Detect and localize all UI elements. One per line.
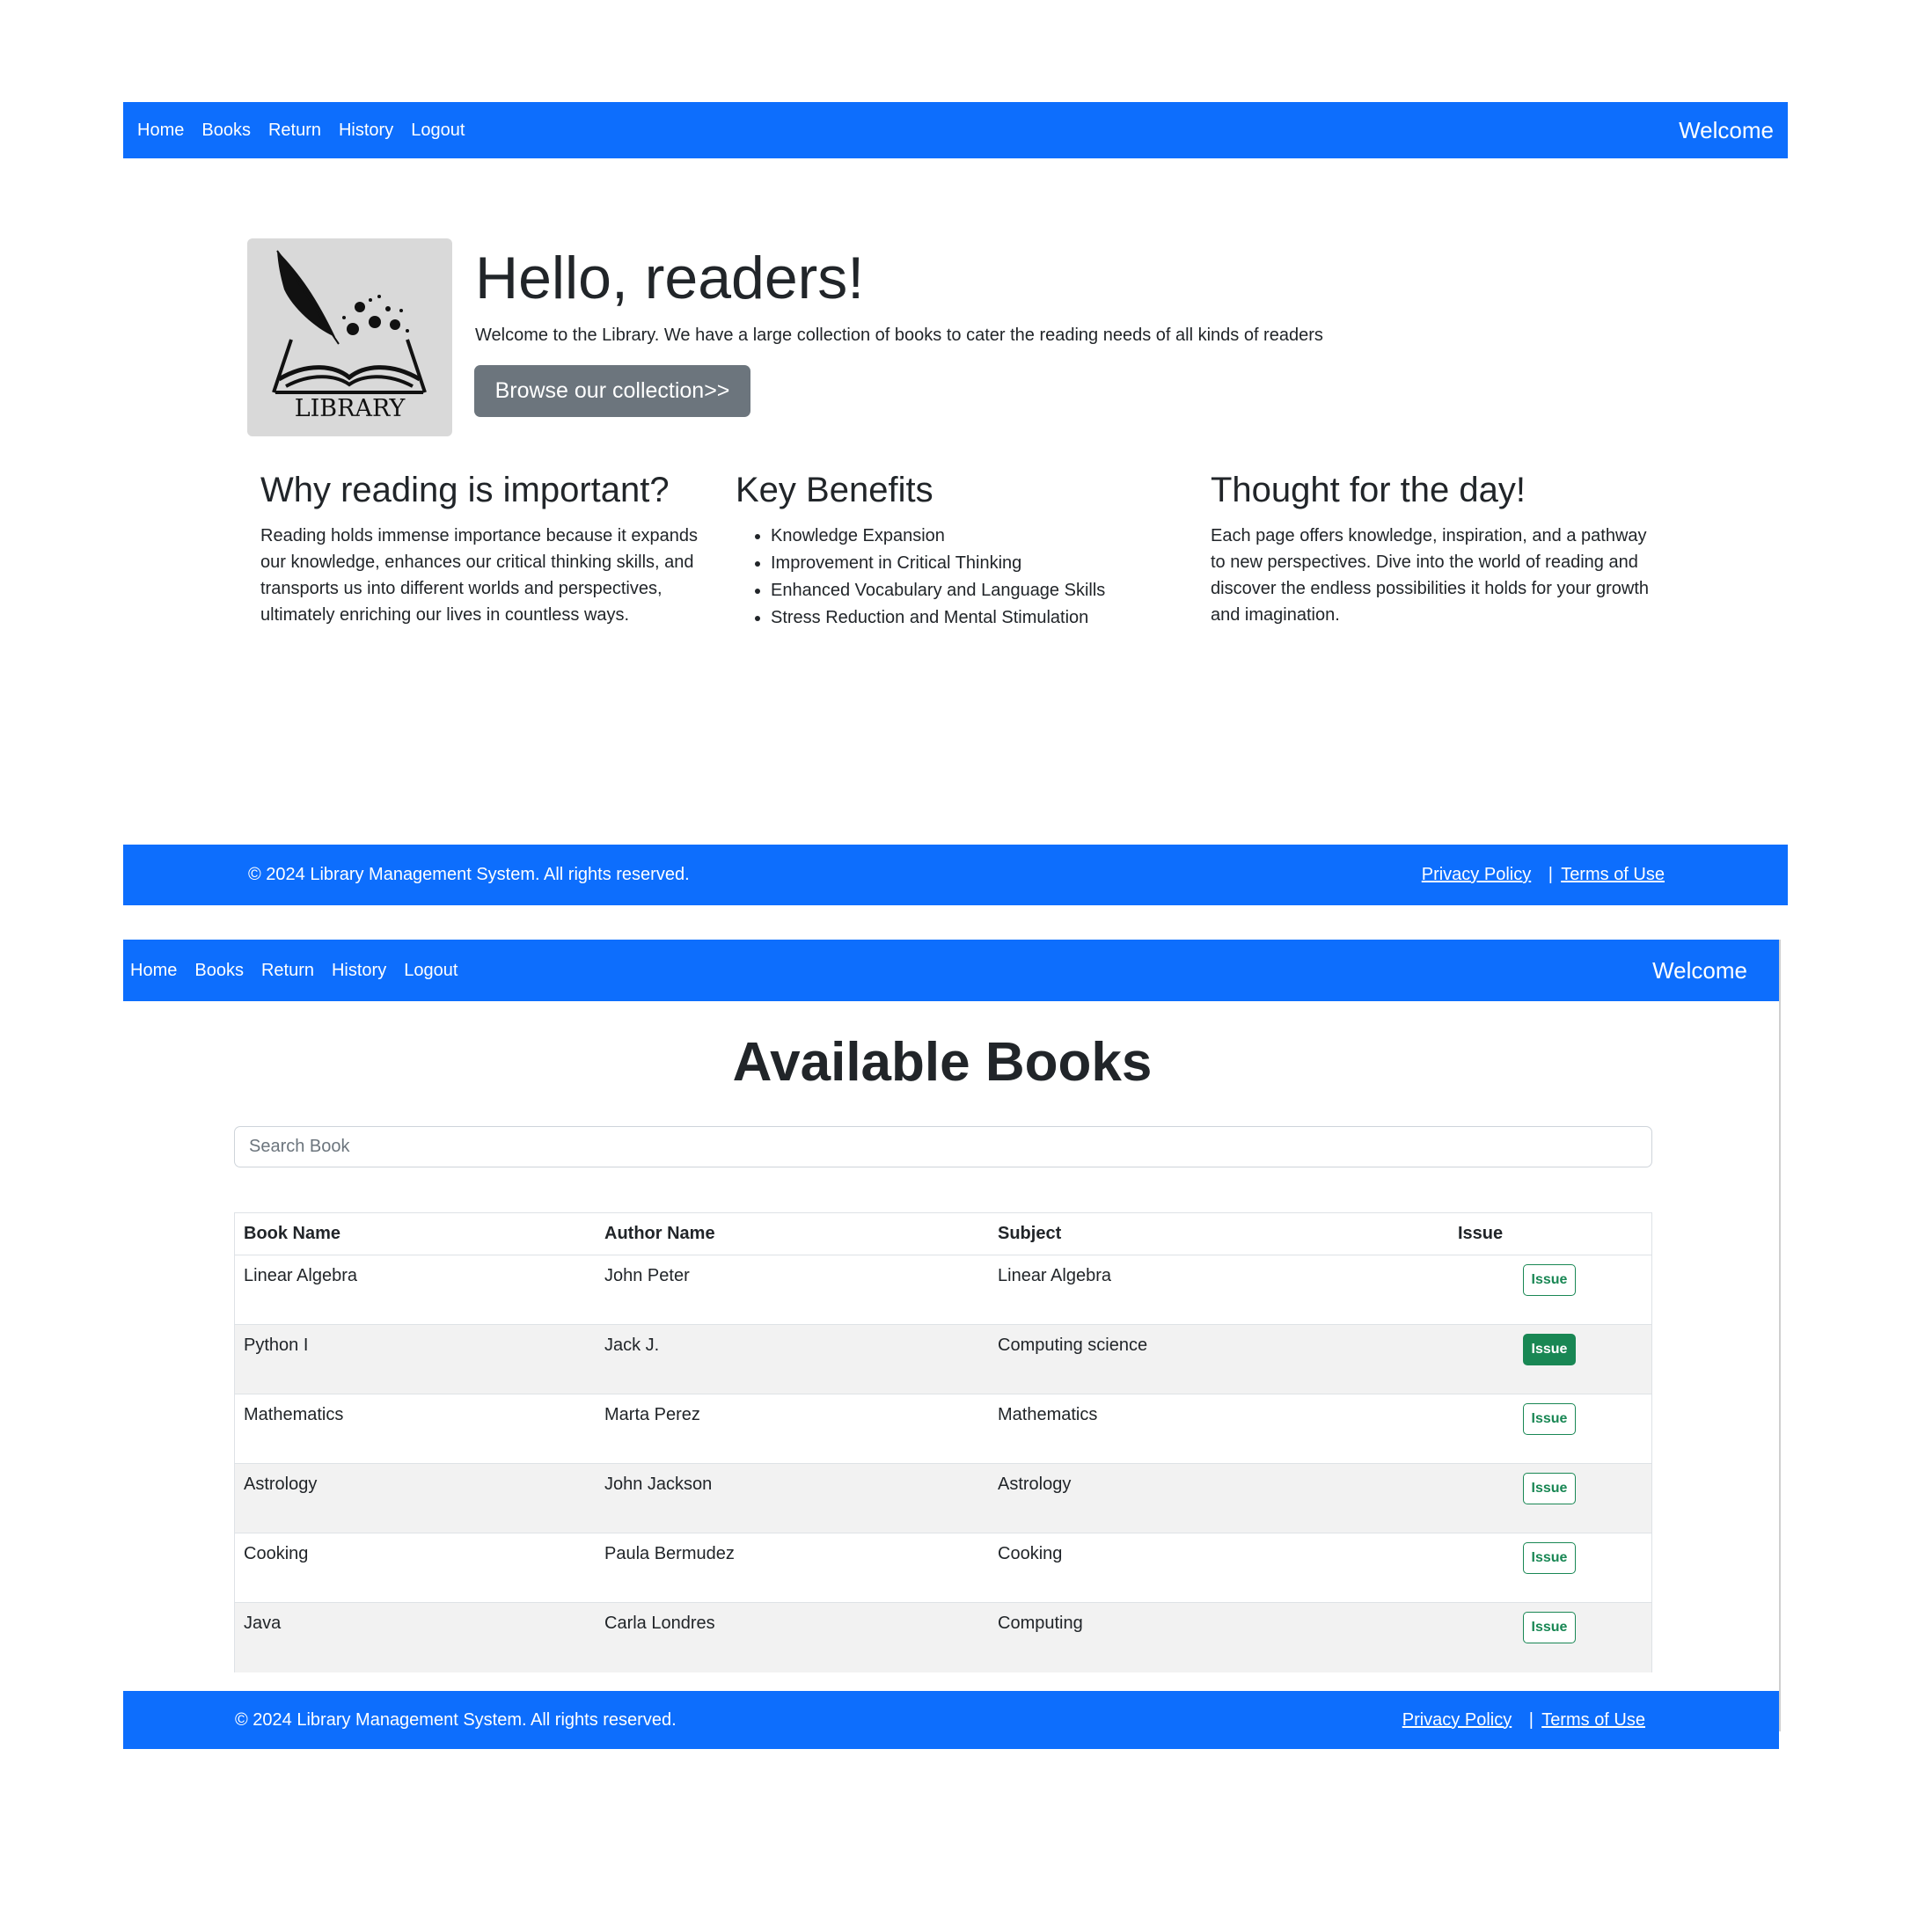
key-benefits-list: Knowledge Expansion Improvement in Criti… (736, 523, 1105, 632)
available-books-title: Available Books (732, 1032, 1153, 1093)
books-table: Book Name Author Name Subject Issue Line… (234, 1212, 1652, 1672)
book-name-cell: Cooking (244, 1544, 309, 1563)
why-reading-title: Why reading is important? (260, 471, 670, 509)
privacy-policy-link[interactable]: Privacy Policy (1402, 1710, 1512, 1730)
subject-cell: Mathematics (998, 1405, 1098, 1424)
terms-of-use-link[interactable]: Terms of Use (1561, 865, 1665, 884)
table-row: Cooking Paula Bermudez Cooking Issue (235, 1533, 1651, 1603)
table-row: Java Carla Londres Computing Issue (235, 1603, 1651, 1672)
author-name-cell: John Jackson (604, 1475, 713, 1494)
column-header-subject: Subject (998, 1224, 1062, 1243)
table-row: Astrology John Jackson Astrology Issue (235, 1464, 1651, 1533)
search-book-input[interactable]: Search Book (234, 1126, 1652, 1167)
benefit-item: Enhanced Vocabulary and Language Skills (771, 577, 1105, 604)
issue-button[interactable]: Issue (1523, 1473, 1576, 1504)
book-name-cell: Mathematics (244, 1405, 344, 1424)
issue-button[interactable]: Issue (1523, 1612, 1576, 1643)
subject-cell: Linear Algebra (998, 1266, 1111, 1285)
table-row: Python I Jack J. Computing science Issue (235, 1325, 1651, 1394)
nav-history-link[interactable]: History (339, 121, 393, 141)
footer-separator: | (1528, 1709, 1534, 1730)
nav-home-link[interactable]: Home (130, 961, 177, 981)
hero-title: Hello, readers! (475, 245, 865, 311)
welcome-label: Welcome (1652, 956, 1747, 984)
nav-return-link[interactable]: Return (261, 961, 314, 981)
footer-links: Privacy Policy | Terms of Use (1402, 1710, 1645, 1731)
nav-home-link[interactable]: Home (137, 121, 184, 141)
subject-cell: Astrology (998, 1475, 1072, 1494)
hero-description: Welcome to the Library. We have a large … (475, 326, 1323, 345)
issue-button[interactable]: Issue (1523, 1334, 1576, 1365)
books-footer: © 2024 Library Management System. All ri… (123, 1691, 1779, 1749)
benefit-item: Stress Reduction and Mental Stimulation (771, 604, 1105, 632)
welcome-label: Welcome (1679, 116, 1774, 143)
issue-button[interactable]: Issue (1523, 1542, 1576, 1574)
browse-collection-button[interactable]: Browse our collection>> (474, 365, 750, 417)
book-name-cell: Java (244, 1614, 282, 1633)
why-reading-text: Reading holds immense importance because… (260, 526, 698, 625)
book-name-cell: Astrology (244, 1475, 318, 1494)
column-header-author-name: Author Name (604, 1224, 715, 1243)
footer-separator: | (1548, 865, 1553, 884)
copyright-text: © 2024 Library Management System. All ri… (248, 865, 690, 884)
library-logo: LIBRARY (247, 238, 452, 436)
thought-title: Thought for the day! (1211, 471, 1526, 509)
subject-cell: Computing (998, 1614, 1083, 1633)
author-name-cell: Jack J. (604, 1336, 660, 1355)
nav-history-link[interactable]: History (332, 961, 386, 981)
library-logo-text: LIBRARY (294, 395, 406, 422)
author-name-cell: Paula Bermudez (604, 1544, 735, 1563)
nav-books-link[interactable]: Books (201, 121, 251, 141)
thought-text: Each page offers knowledge, inspiration,… (1211, 526, 1650, 625)
issue-button[interactable]: Issue (1523, 1264, 1576, 1296)
key-benefits-title: Key Benefits (736, 471, 933, 509)
author-name-cell: Carla Londres (604, 1614, 715, 1633)
table-row: Linear Algebra John Peter Linear Algebra… (235, 1255, 1651, 1325)
books-page-border (1779, 940, 1781, 1731)
book-name-cell: Python I (244, 1336, 309, 1355)
nav-logout-link[interactable]: Logout (411, 121, 465, 141)
nav-logout-link[interactable]: Logout (404, 961, 458, 981)
footer-links: Privacy Policy | Terms of Use (1422, 865, 1665, 885)
subject-cell: Computing science (998, 1336, 1148, 1355)
subject-cell: Cooking (998, 1544, 1063, 1563)
books-navbar: Home Books Return History Logout Welcome (123, 940, 1779, 1001)
copyright-text: © 2024 Library Management System. All ri… (235, 1709, 677, 1730)
home-navbar: Home Books Return History Logout Welcome (123, 102, 1788, 158)
terms-of-use-link[interactable]: Terms of Use (1541, 1710, 1645, 1730)
issue-button[interactable]: Issue (1523, 1403, 1576, 1435)
home-footer: © 2024 Library Management System. All ri… (123, 845, 1788, 905)
author-name-cell: John Peter (604, 1266, 690, 1285)
benefit-item: Improvement in Critical Thinking (771, 550, 1105, 577)
book-name-cell: Linear Algebra (244, 1266, 357, 1285)
nav-books-link[interactable]: Books (194, 961, 244, 981)
column-header-issue: Issue (1458, 1224, 1504, 1243)
column-header-book-name: Book Name (244, 1224, 341, 1243)
author-name-cell: Marta Perez (604, 1405, 700, 1424)
nav-return-link[interactable]: Return (268, 121, 321, 141)
table-row: Mathematics Marta Perez Mathematics Issu… (235, 1394, 1651, 1464)
table-header-row: Book Name Author Name Subject Issue (235, 1213, 1651, 1255)
benefit-item: Knowledge Expansion (771, 523, 1105, 550)
privacy-policy-link[interactable]: Privacy Policy (1422, 865, 1531, 884)
